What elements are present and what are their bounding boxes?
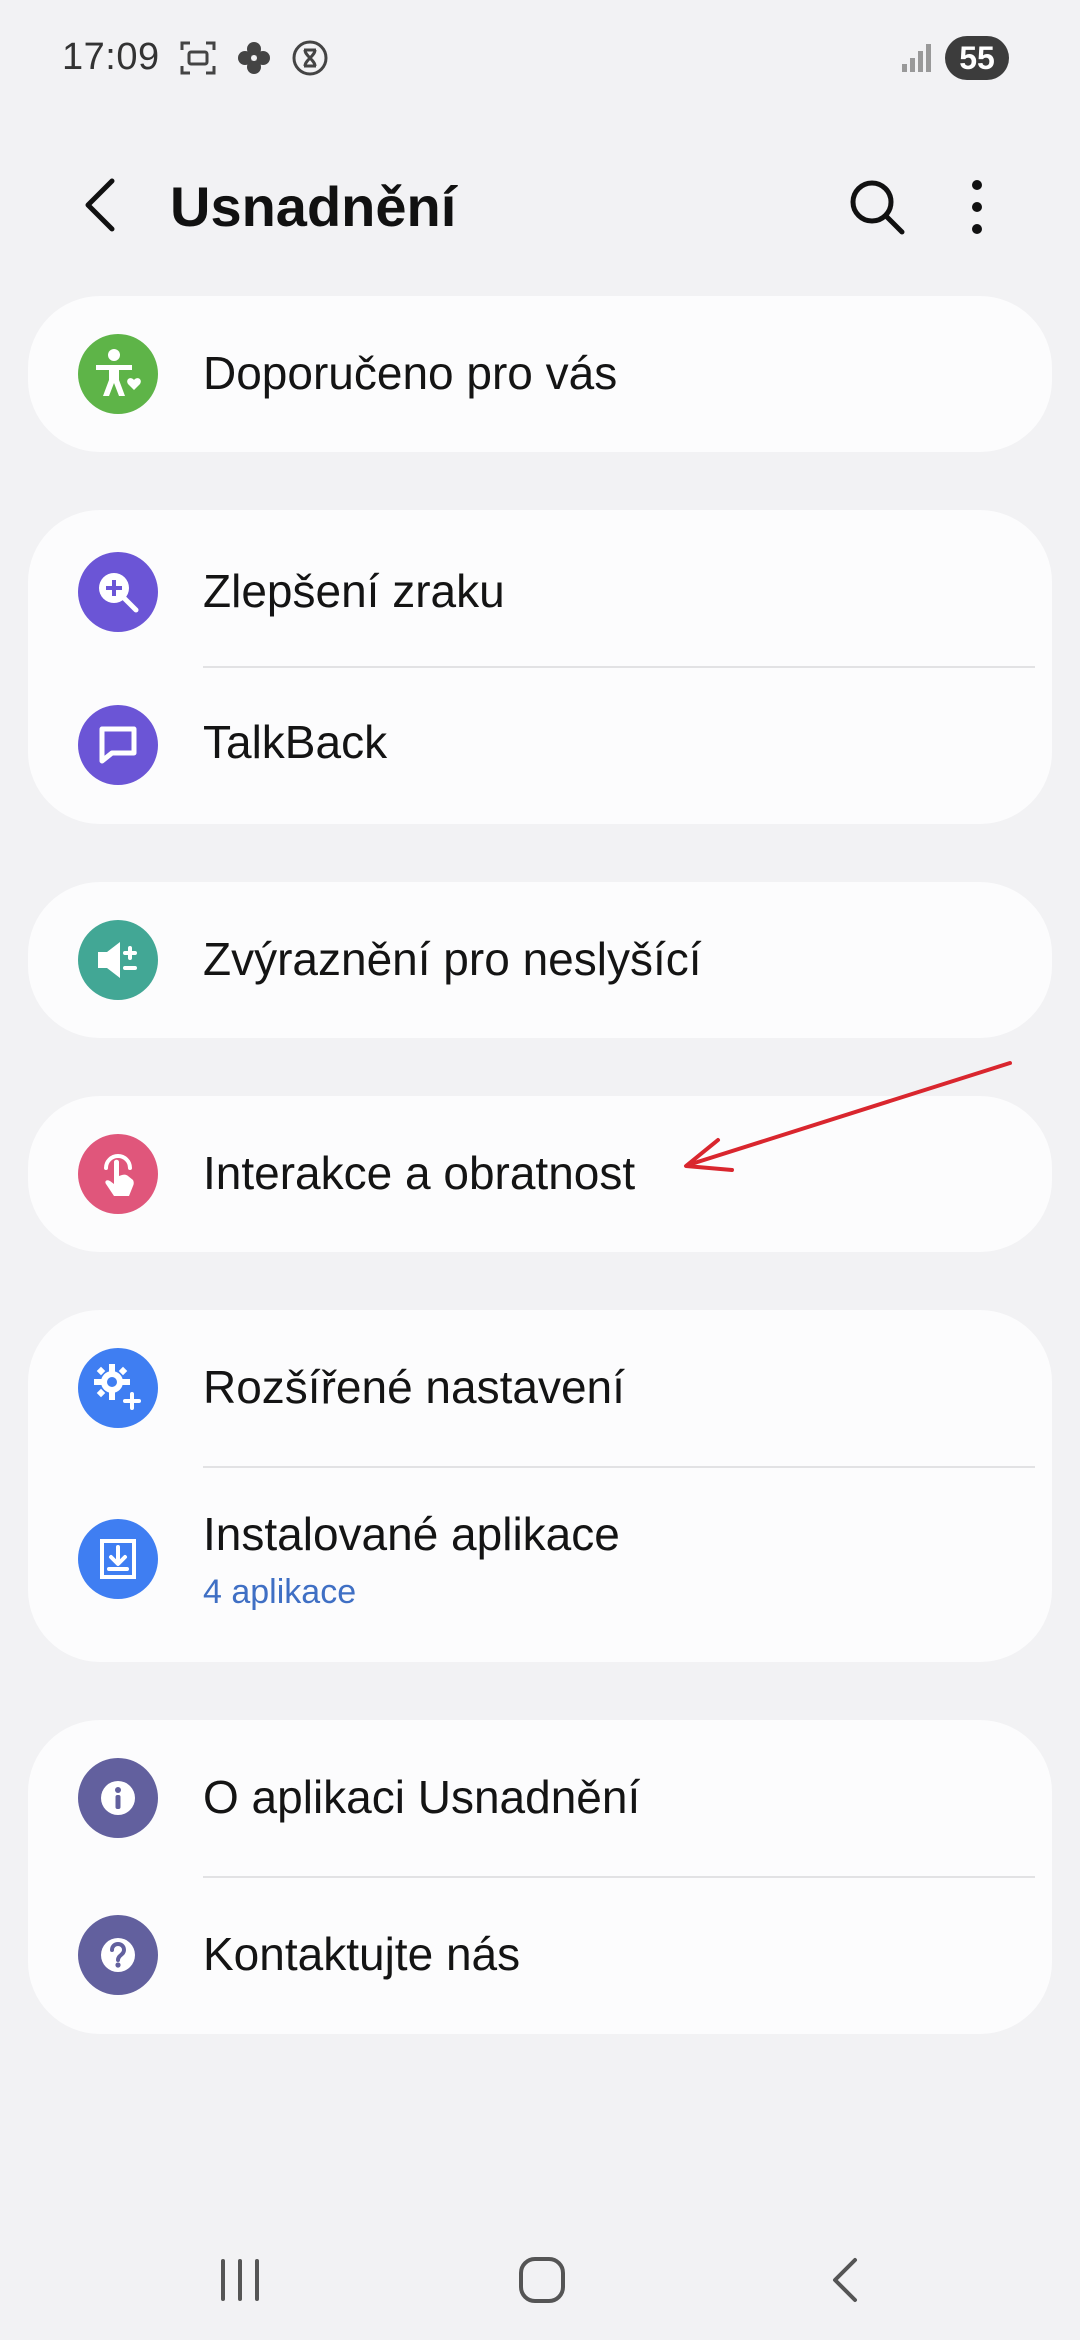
card-interaction: Interakce a obratnost <box>28 1096 1052 1252</box>
menu-item-installed[interactable]: Instalované aplikace 4 aplikace <box>28 1467 1052 1662</box>
menu-item-interaction[interactable]: Interakce a obratnost <box>28 1096 1052 1252</box>
app-header: Usnadnění <box>0 150 1080 260</box>
menu-item-sublabel: 4 aplikace <box>203 1573 357 1611</box>
card-advanced: Rozšířené nastavení Instalované aplikace… <box>28 1310 1052 1662</box>
menu-item-label: O aplikaci Usnadnění <box>203 1771 641 1823</box>
menu-item-hearing[interactable]: Zvýraznění pro neslyšící <box>28 882 1052 1038</box>
menu-item-talkback[interactable]: TalkBack <box>28 667 1052 824</box>
recents-button[interactable] <box>205 2245 275 2315</box>
back-button[interactable] <box>70 172 130 238</box>
more-vertical-icon <box>972 180 982 234</box>
info-icon <box>78 1758 158 1838</box>
menu-item-about[interactable]: O aplikaci Usnadnění <box>28 1720 1052 1877</box>
page-title: Usnadnění <box>170 175 457 238</box>
menu-item-label: Instalované aplikace <box>203 1508 620 1560</box>
accessibility-heart-icon <box>78 334 158 414</box>
menu-item-vision[interactable]: Zlepšení zraku <box>28 510 1052 667</box>
home-button[interactable] <box>507 2245 577 2315</box>
menu-item-label: Interakce a obratnost <box>203 1147 636 1199</box>
download-icon <box>78 1519 158 1599</box>
battery-indicator: 55 <box>945 36 1009 80</box>
recents-icon <box>221 2259 259 2301</box>
digital-wellbeing-icon <box>290 38 330 78</box>
card-recommended: Doporučeno pro vás <box>28 296 1052 452</box>
magnify-plus-icon <box>78 552 158 632</box>
card-hearing: Zvýraznění pro neslyšící <box>28 882 1052 1038</box>
home-icon <box>519 2257 565 2303</box>
menu-item-label: Doporučeno pro vás <box>203 347 618 399</box>
status-time: 17:09 <box>62 36 160 78</box>
back-arrow-icon <box>85 178 115 232</box>
search-icon <box>850 180 905 235</box>
menu-item-advanced[interactable]: Rozšířené nastavení <box>28 1310 1052 1466</box>
screenshot-icon <box>178 38 218 78</box>
speaker-plus-icon <box>78 920 158 1000</box>
card-vision: Zlepšení zraku TalkBack <box>28 510 1052 824</box>
pinwheel-icon <box>234 38 274 78</box>
menu-item-contact[interactable]: Kontaktujte nás <box>28 1877 1052 2034</box>
menu-item-label: Zlepšení zraku <box>203 565 505 617</box>
question-icon <box>78 1915 158 1995</box>
menu-item-recommended[interactable]: Doporučeno pro vás <box>28 296 1052 452</box>
back-nav-button[interactable] <box>810 2245 880 2315</box>
status-bar: 17:09 55 <box>0 0 1080 120</box>
menu-item-label: Rozšířené nastavení <box>203 1361 625 1413</box>
back-icon <box>833 2258 857 2302</box>
chat-bubble-icon <box>78 705 158 785</box>
signal-icon <box>900 40 934 79</box>
search-button[interactable] <box>846 176 908 238</box>
card-about: O aplikaci Usnadnění Kontaktujte nás <box>28 1720 1052 2034</box>
status-icons <box>178 38 330 78</box>
menu-item-label: Kontaktujte nás <box>203 1928 521 1980</box>
navigation-bar <box>0 2220 1080 2330</box>
more-options-button[interactable] <box>946 176 1008 238</box>
menu-item-label: TalkBack <box>203 716 388 768</box>
menu-item-label: Zvýraznění pro neslyšící <box>203 933 702 985</box>
gear-plus-icon <box>78 1348 158 1428</box>
touch-hand-icon <box>78 1134 158 1214</box>
